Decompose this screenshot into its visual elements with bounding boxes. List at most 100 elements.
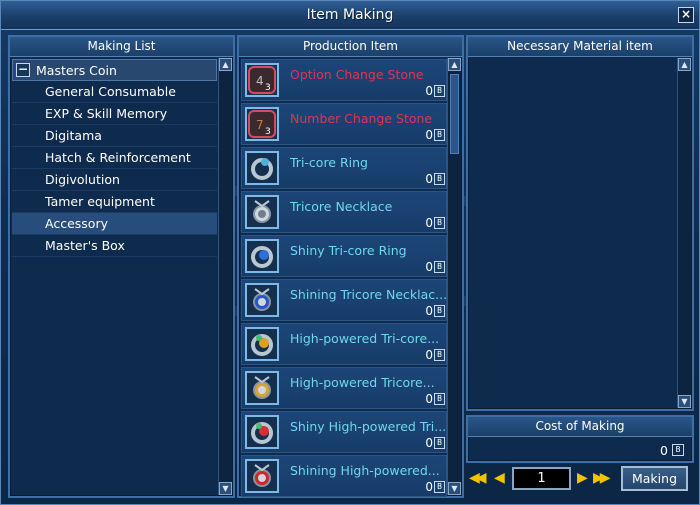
production-item-header: Production Item <box>239 37 462 57</box>
subcategory-label: Tamer equipment <box>45 194 155 209</box>
necklace-icon <box>245 459 279 493</box>
production-item-count: 0 <box>425 172 433 186</box>
making-list-header: Making List <box>10 37 233 57</box>
subcategory-general-consumable[interactable]: General Consumable <box>12 81 217 103</box>
subcategory-label: Digivolution <box>45 172 120 187</box>
subcategory-label: Accessory <box>45 216 108 231</box>
production-item-count: 0 <box>425 216 433 230</box>
collapse-icon[interactable]: − <box>16 63 30 77</box>
bound-badge-icon: B <box>434 393 445 405</box>
material-panel: Necessary Material item ▲ ▼ <box>466 35 694 411</box>
bound-badge-icon: B <box>672 444 684 456</box>
production-item-row[interactable]: High-powered Tri-core... 0 B <box>241 323 447 365</box>
bound-badge-icon: B <box>434 305 445 317</box>
number-change-stone-icon: 73 <box>245 107 279 141</box>
svg-text:3: 3 <box>265 83 271 93</box>
scroll-up-arrow-icon[interactable]: ▲ <box>219 58 232 71</box>
last-page-arrow-icon[interactable]: ▶▶ <box>593 469 610 487</box>
subcategory-label: Hatch & Reinforcement <box>45 150 191 165</box>
production-item-name: High-powered Tricore... <box>290 375 435 390</box>
making-list-panel: Making List − Masters Coin General Consu… <box>8 35 235 498</box>
production-item-name: High-powered Tri-core... <box>290 331 440 346</box>
production-item-row[interactable]: Tri-core Ring 0 B <box>241 147 447 189</box>
bound-badge-icon: B <box>434 173 445 185</box>
necklace-icon <box>245 283 279 317</box>
bound-badge-icon: B <box>434 261 445 273</box>
subcategory-digitama[interactable]: Digitama <box>12 125 217 147</box>
subcategory-label: EXP & Skill Memory <box>45 106 168 121</box>
quantity-input[interactable]: 1 <box>512 467 571 490</box>
production-item-count: 0 <box>425 304 433 318</box>
production-item-row[interactable]: Shiny Tri-core Ring 0 B <box>241 235 447 277</box>
production-item-count: 0 <box>425 348 433 362</box>
necklace-icon <box>245 371 279 405</box>
close-button[interactable]: × <box>678 7 694 23</box>
bound-badge-icon: B <box>434 349 445 361</box>
ring-icon <box>245 151 279 185</box>
material-scrollbar[interactable]: ▲ ▼ <box>677 58 691 408</box>
production-item-name: Tri-core Ring <box>290 155 368 170</box>
subcategory-accessory[interactable]: Accessory <box>12 213 217 235</box>
production-item-row[interactable]: Shiny High-powered Tri... 0 B <box>241 411 447 453</box>
production-item-count: 0 <box>425 84 433 98</box>
cost-panel: Cost of Making 0 B <box>466 415 694 463</box>
first-page-arrow-icon[interactable]: ◀◀ <box>469 469 486 487</box>
production-item-name: Shiny High-powered Tri... <box>290 419 447 434</box>
ring-icon <box>245 327 279 361</box>
bound-badge-icon: B <box>434 85 445 97</box>
production-item-name: Number Change Stone <box>290 111 433 126</box>
prev-arrow-icon[interactable]: ◀ <box>494 469 505 487</box>
scroll-down-arrow-icon[interactable]: ▼ <box>219 482 232 495</box>
category-label: Masters Coin <box>36 63 117 78</box>
production-item-row[interactable]: Shining High-powered... 0 B <box>241 455 447 497</box>
subcategory-hatch-reinforcement[interactable]: Hatch & Reinforcement <box>12 147 217 169</box>
subcategory-masters-box[interactable]: Master's Box <box>12 235 217 257</box>
bound-badge-icon: B <box>434 437 445 449</box>
production-item-count: 0 <box>425 436 433 450</box>
scroll-thumb[interactable] <box>450 74 459 154</box>
svg-text:4: 4 <box>256 74 264 88</box>
production-item-name: Shining High-powered... <box>290 463 440 478</box>
cost-value: 0 <box>660 443 668 458</box>
making-button[interactable]: Making <box>621 466 688 491</box>
scroll-down-arrow-icon[interactable]: ▼ <box>448 482 461 495</box>
necklace-icon <box>245 195 279 229</box>
production-item-name: Shiny Tri-core Ring <box>290 243 407 258</box>
ring-icon <box>245 415 279 449</box>
ring-icon <box>245 239 279 273</box>
making-list-scrollbar[interactable]: ▲ ▼ <box>218 58 232 495</box>
subcategory-exp-skill-memory[interactable]: EXP & Skill Memory <box>12 103 217 125</box>
scroll-up-arrow-icon[interactable]: ▲ <box>678 58 691 71</box>
production-item-name: Tricore Necklace <box>290 199 393 214</box>
window-title: Item Making <box>306 7 394 23</box>
bound-badge-icon: B <box>434 217 445 229</box>
production-item-row[interactable]: Tricore Necklace 0 B <box>241 191 447 233</box>
production-item-row[interactable]: High-powered Tricore... 0 B <box>241 367 447 409</box>
production-item-row[interactable]: 73 Number Change Stone 0 B <box>241 103 447 145</box>
subcategory-digivolution[interactable]: Digivolution <box>12 169 217 191</box>
bound-badge-icon: B <box>434 129 445 141</box>
svg-text:7: 7 <box>256 118 264 132</box>
production-item-count: 0 <box>425 480 433 494</box>
production-item-row[interactable]: 43 Option Change Stone 0 B <box>241 59 447 101</box>
scroll-down-arrow-icon[interactable]: ▼ <box>678 395 691 408</box>
subcategory-label: General Consumable <box>45 84 176 99</box>
subcategory-tamer-equipment[interactable]: Tamer equipment <box>12 191 217 213</box>
production-item-count: 0 <box>425 392 433 406</box>
production-item-count: 0 <box>425 260 433 274</box>
production-item-name: Shining Tricore Necklac... <box>290 287 448 302</box>
option-change-stone-icon: 43 <box>245 63 279 97</box>
category-masters-coin[interactable]: − Masters Coin <box>12 59 217 81</box>
bound-badge-icon: B <box>434 481 445 493</box>
cost-header: Cost of Making <box>468 417 692 437</box>
production-scrollbar[interactable]: ▲ ▼ <box>447 58 461 495</box>
next-arrow-icon[interactable]: ▶ <box>577 469 588 487</box>
subcategory-label: Digitama <box>45 128 102 143</box>
title-bar[interactable]: Item Making × <box>1 1 699 30</box>
item-making-window: Item Making × Making List − Masters Coin… <box>0 0 700 505</box>
svg-text:3: 3 <box>265 127 271 137</box>
production-item-row[interactable]: Shining Tricore Necklac... 0 B <box>241 279 447 321</box>
subcategory-label: Master's Box <box>45 238 125 253</box>
scroll-up-arrow-icon[interactable]: ▲ <box>448 58 461 71</box>
production-item-name: Option Change Stone <box>290 67 424 82</box>
